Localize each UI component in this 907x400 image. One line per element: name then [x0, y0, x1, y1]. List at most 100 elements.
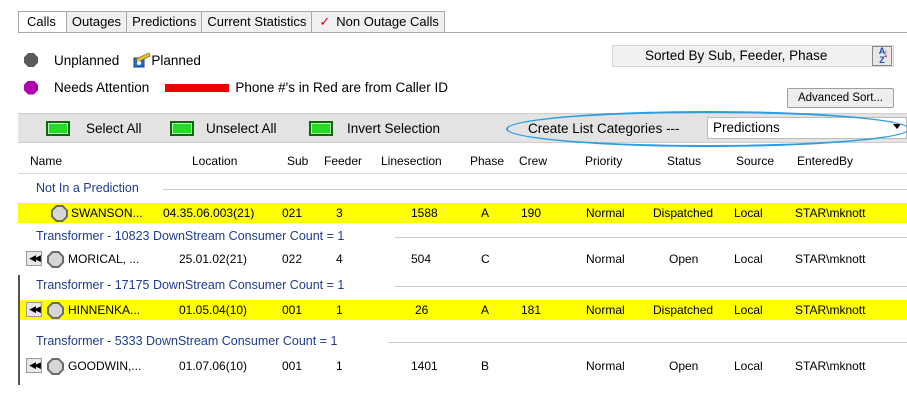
group-header: Transformer - 5333 DownStream Consumer C… [36, 334, 338, 348]
group-divider [388, 342, 907, 343]
col-linesection[interactable]: Linesection [381, 154, 442, 168]
needs-attention-octagon-icon [24, 80, 38, 95]
cell-location: 01.05.04(10) [179, 303, 248, 317]
unplanned-octagon-icon [24, 53, 38, 67]
cell-sub: 022 [282, 252, 303, 266]
legend-row-1: Unplanned Planned [24, 52, 201, 68]
cell-name: HINNENKA... [68, 303, 141, 317]
tab-current-statistics-label: Current Statistics [207, 14, 307, 29]
group-divider [163, 189, 907, 190]
rewind-icon[interactable]: ◀◀ [26, 358, 42, 373]
col-status[interactable]: Status [667, 154, 701, 168]
cell-feeder: 1 [336, 359, 343, 373]
tab-underline [18, 32, 907, 33]
tab-current-statistics[interactable]: Current Statistics [201, 11, 313, 32]
cell-linesection: 1401 [411, 359, 438, 373]
cell-name: MORICAL, ... [68, 252, 140, 266]
col-sub[interactable]: Sub [287, 154, 308, 168]
tab-bar: Calls Outages Predictions Current Statis… [18, 11, 445, 33]
cell-priority: Normal [586, 206, 625, 220]
legend-needs-attention-label: Needs Attention [54, 80, 150, 95]
cell-phase: A [481, 206, 490, 220]
cell-status: Open [669, 359, 699, 373]
legend-unplanned-label: Unplanned [54, 52, 120, 68]
table-row[interactable]: SWANSON... 04.35.06.003(21) 021 3 1588 A… [18, 203, 907, 223]
col-entered-by[interactable]: EnteredBy [797, 154, 853, 168]
col-priority[interactable]: Priority [585, 154, 622, 168]
col-phase[interactable]: Phase [470, 154, 504, 168]
cell-location: 25.01.02(21) [179, 252, 248, 266]
unselect-all-button[interactable] [170, 121, 194, 136]
tab-non-outage-calls[interactable]: ✓ Non Outage Calls [311, 11, 445, 32]
legend-phone-note: Phone #'s in Red are from Caller ID [235, 80, 448, 95]
unplanned-octagon-icon [51, 205, 68, 222]
cell-linesection: 504 [411, 252, 432, 266]
cell-source: Local [734, 206, 763, 220]
table-row[interactable]: ◀◀ GOODWIN,... 01.07.06(10) 001 1 1401 B… [18, 356, 907, 376]
tab-calls-label: Calls [27, 14, 56, 29]
col-source[interactable]: Source [736, 154, 774, 168]
cell-status: Dispatched [653, 206, 714, 220]
group-header: Transformer - 17175 DownStream Consumer … [36, 278, 345, 292]
invert-selection-button[interactable] [309, 121, 333, 136]
col-name[interactable]: Name [30, 154, 62, 168]
rewind-icon[interactable]: ◀◀ [26, 251, 42, 266]
advanced-sort-button[interactable]: Advanced Sort... [787, 88, 894, 108]
table-row[interactable]: ◀◀ MORICAL, ... 25.01.02(21) 022 4 504 C… [18, 249, 907, 269]
col-crew[interactable]: Crew [519, 154, 547, 168]
cell-status: Open [669, 252, 699, 266]
tab-calls[interactable]: Calls [18, 11, 67, 33]
tab-predictions[interactable]: Predictions [126, 11, 203, 32]
tab-non-outage-calls-label: Non Outage Calls [336, 14, 439, 29]
cell-crew: 181 [521, 303, 542, 317]
rewind-icon[interactable]: ◀◀ [26, 302, 42, 317]
select-all-button[interactable] [46, 121, 70, 136]
chevron-down-icon [893, 124, 901, 129]
cell-feeder: 1 [336, 303, 343, 317]
sort-az-icon[interactable]: A Z ↓ [872, 46, 892, 66]
group-header: Transformer - 10823 DownStream Consumer … [36, 229, 345, 243]
cell-phase: A [481, 303, 490, 317]
cell-linesection: 1588 [411, 206, 438, 220]
col-location[interactable]: Location [192, 154, 237, 168]
cell-sub: 001 [282, 359, 303, 373]
cell-priority: Normal [586, 252, 625, 266]
tab-predictions-label: Predictions [132, 14, 197, 29]
group-divider [395, 286, 907, 287]
cell-source: Local [734, 359, 763, 373]
cell-feeder: 3 [336, 206, 343, 220]
sort-label: Sorted By Sub, Feeder, Phase [645, 48, 828, 63]
group-divider [395, 237, 907, 238]
table-left-border [18, 275, 20, 385]
legend-row-2: Needs Attention Phone #'s in Red are fro… [24, 80, 448, 95]
tab-outages-label: Outages [71, 14, 122, 29]
cell-entered-by: STAR\mknott [795, 206, 866, 220]
table-header: Name Location Sub Feeder Linesection Pha… [18, 148, 907, 174]
cell-entered-by: STAR\mknott [795, 303, 866, 317]
select-all-label[interactable]: Select All [86, 121, 142, 136]
unplanned-octagon-icon [47, 251, 64, 268]
categories-value: Predictions [713, 120, 780, 135]
group-header: Not In a Prediction [36, 181, 139, 195]
categories-dropdown[interactable]: Predictions [707, 117, 907, 139]
cell-phase: B [481, 359, 490, 373]
caller-id-red-swatch [165, 83, 230, 92]
col-feeder[interactable]: Feeder [324, 154, 362, 168]
table-row[interactable]: ◀◀ HINNENKA... 01.05.04(10) 001 1 26 A 1… [18, 300, 907, 320]
cell-location: 04.35.06.003(21) [163, 206, 255, 220]
cell-priority: Normal [586, 359, 625, 373]
cell-phase: C [481, 252, 490, 266]
selection-toolbar: Select All Unselect All Invert Selection… [18, 113, 907, 143]
cell-sub: 001 [282, 303, 303, 317]
cell-crew: 190 [521, 206, 542, 220]
cell-source: Local [734, 303, 763, 317]
tab-outages[interactable]: Outages [65, 11, 128, 32]
checkmark-icon: ✓ [319, 14, 331, 29]
cell-name: GOODWIN,... [68, 359, 142, 373]
cell-sub: 021 [282, 206, 303, 220]
unplanned-octagon-icon [47, 302, 64, 319]
invert-selection-label[interactable]: Invert Selection [347, 121, 440, 136]
cell-feeder: 4 [336, 252, 343, 266]
unselect-all-label[interactable]: Unselect All [206, 121, 277, 136]
planned-icon [133, 52, 151, 68]
